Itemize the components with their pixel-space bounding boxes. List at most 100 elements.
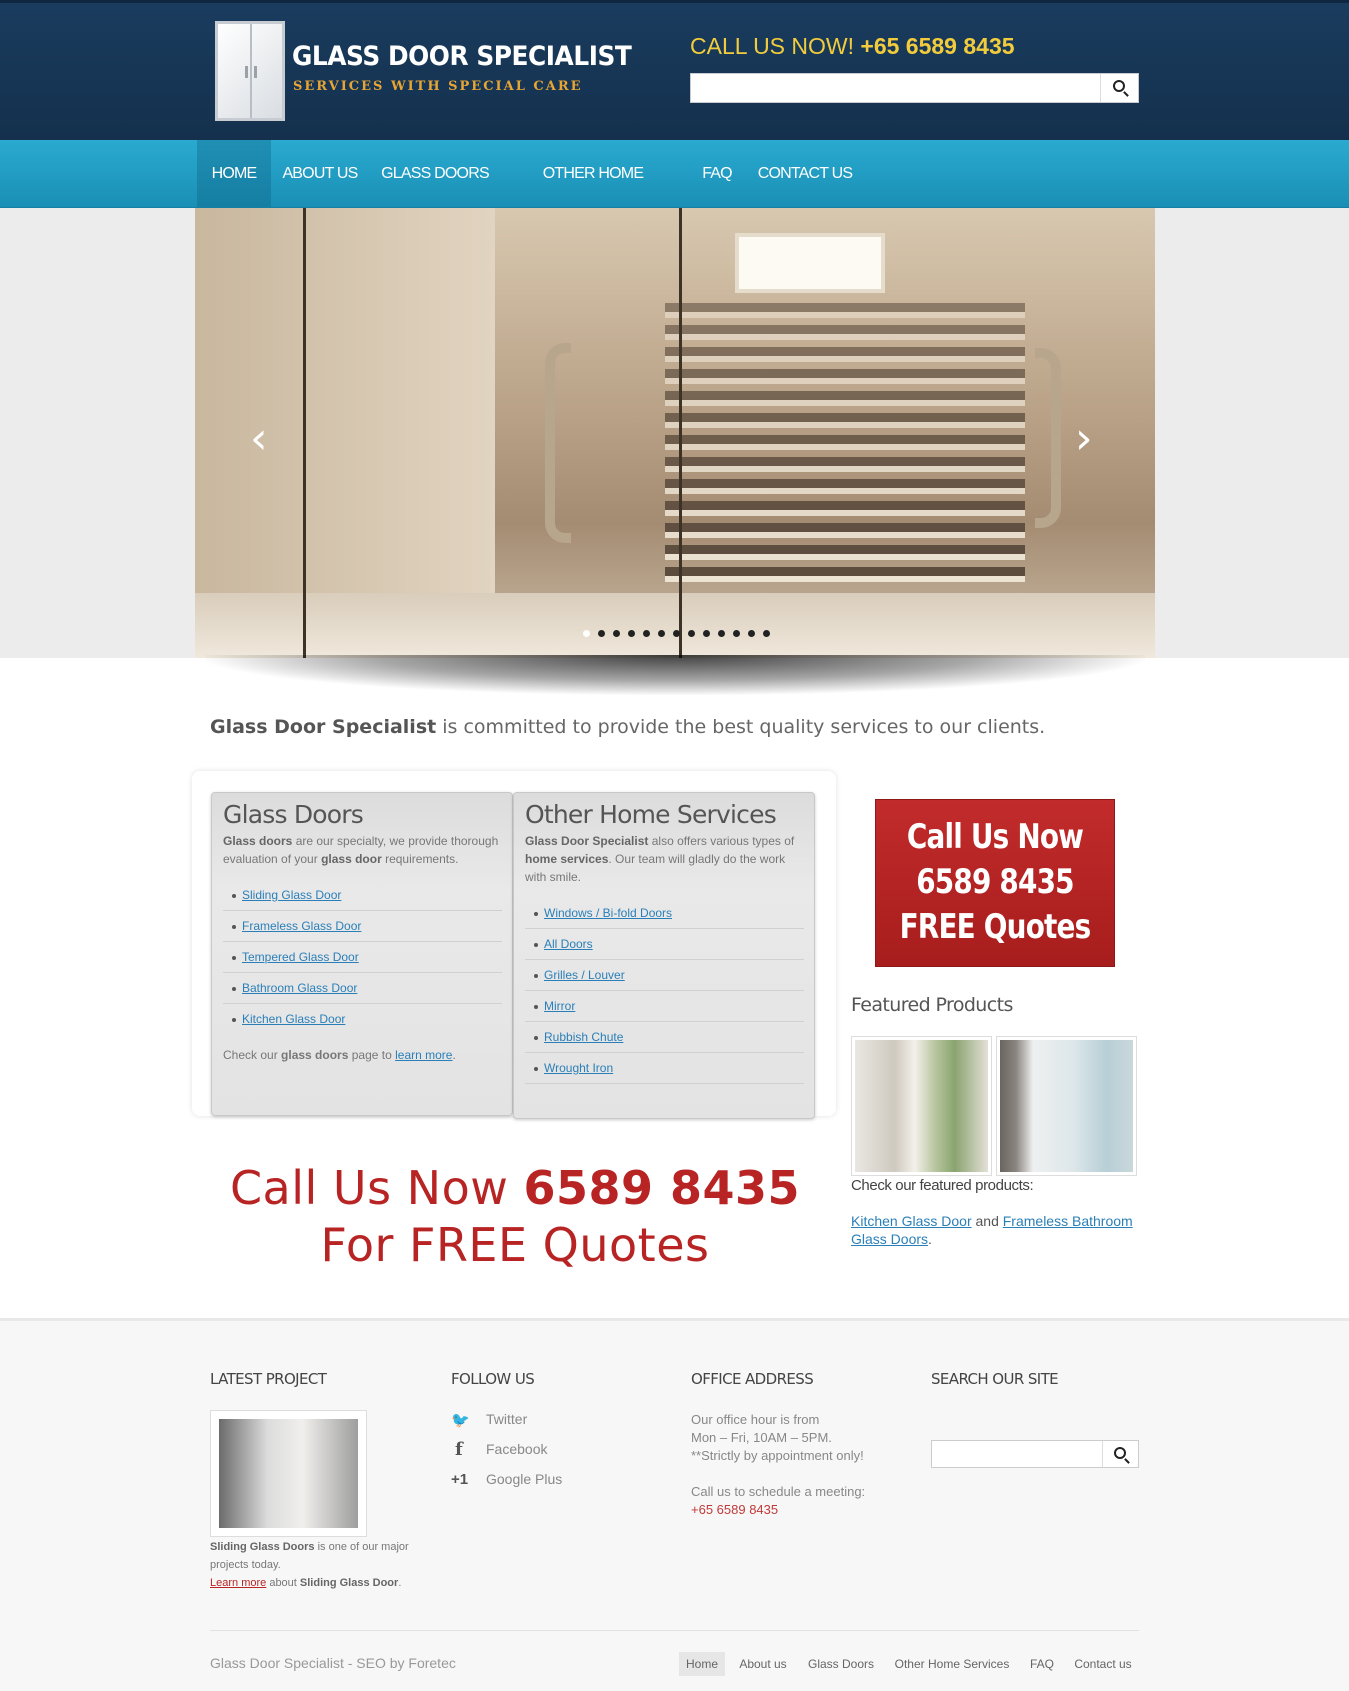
latest-project-desc: Sliding Glass Doors is one of our major … — [210, 1541, 409, 1589]
slide-stair-step — [665, 567, 1025, 582]
link-wrought-iron[interactable]: Wrought Iron — [544, 1061, 613, 1075]
nav-glass-doors[interactable]: GLASS DOORS — [380, 140, 490, 207]
slider-dot[interactable] — [583, 630, 590, 637]
search-site-title: SEARCH OUR SITE — [931, 1370, 1059, 1388]
slide-door-handle — [545, 343, 571, 543]
link-rubbish-chute[interactable]: Rubbish Chute — [544, 1030, 623, 1044]
slider-dot[interactable] — [763, 630, 770, 637]
follow-us-title: FOLLOW US — [451, 1370, 535, 1388]
latest-project-title: LATEST PROJECT — [210, 1370, 327, 1388]
slider-dot[interactable] — [598, 630, 605, 637]
slider-dot[interactable] — [718, 630, 725, 637]
nav-faq[interactable]: FAQ — [695, 140, 739, 207]
list-item: Grilles / Louver — [525, 960, 804, 991]
slider-dot[interactable] — [643, 630, 650, 637]
slide-stair-step — [665, 479, 1025, 494]
featured-links: Kitchen Glass Door and Frameless Bathroo… — [851, 1213, 1133, 1247]
slider-shadow — [205, 655, 1145, 695]
footer-nav-other-home-services[interactable]: Other Home Services — [889, 1652, 1015, 1676]
glass-doors-desc: Glass doors are our specialty, we provid… — [223, 834, 499, 866]
list-item: Tempered Glass Door — [223, 942, 502, 973]
featured-bathroom-thumb[interactable] — [996, 1036, 1137, 1176]
nav-contact-us[interactable]: CONTACT US — [755, 140, 855, 207]
facebook-icon: f — [455, 1439, 463, 1460]
link-kitchen-glass-door[interactable]: Kitchen Glass Door — [242, 1012, 345, 1026]
featured-title: Featured Products — [851, 994, 1013, 1016]
slider-dot[interactable] — [688, 630, 695, 637]
featured-kitchen-thumb[interactable] — [851, 1036, 992, 1176]
other-services-box: Other Home Services Glass Door Specialis… — [513, 792, 815, 1119]
search-icon — [1113, 80, 1125, 92]
slider-prev-arrow[interactable]: ‹ — [250, 413, 268, 464]
link-sliding-glass-door[interactable]: Sliding Glass Door — [242, 888, 341, 902]
footer-search-button[interactable] — [1102, 1441, 1138, 1467]
header-search-input[interactable] — [691, 74, 1096, 102]
footer-nav-glass-doors[interactable]: Glass Doors — [802, 1652, 880, 1676]
slider-pagination — [583, 630, 770, 637]
link-all-doors[interactable]: All Doors — [544, 937, 593, 951]
slide-stair-step — [665, 325, 1025, 340]
call-us-banner[interactable]: Call Us Now 6589 8435 FREE Quotes — [875, 799, 1115, 967]
copyright: Glass Door Specialist - SEO by Foretec — [210, 1655, 456, 1671]
link-bathroom-glass-door[interactable]: Bathroom Glass Door — [242, 981, 357, 995]
slider-dot[interactable] — [613, 630, 620, 637]
link-frameless-glass-door[interactable]: Frameless Glass Door — [242, 919, 361, 933]
footer-nav-contact-us[interactable]: Contact us — [1068, 1652, 1138, 1676]
slide-stair-step — [665, 391, 1025, 406]
footer-search — [931, 1440, 1139, 1468]
glass-doors-list: Sliding Glass Door Frameless Glass Door … — [212, 868, 512, 1035]
slide-stairs — [665, 303, 1025, 593]
latest-project-image — [219, 1419, 358, 1528]
featured-kitchen-link[interactable]: Kitchen Glass Door — [851, 1213, 972, 1229]
big-cta-number: 6589 8435 — [523, 1161, 801, 1215]
nav-home[interactable]: HOME — [197, 140, 271, 207]
slider-dot[interactable] — [733, 630, 740, 637]
footer-divider — [210, 1630, 1139, 1631]
call-label: CALL US NOW! — [690, 33, 855, 59]
footer-search-input[interactable] — [932, 1441, 1100, 1467]
link-mirror[interactable]: Mirror — [544, 999, 575, 1013]
slide-window — [735, 233, 885, 293]
slider-dot[interactable] — [703, 630, 710, 637]
list-item: Rubbish Chute — [525, 1022, 804, 1053]
slider-next-arrow[interactable]: › — [1075, 413, 1093, 464]
slide-glass-edge — [679, 208, 682, 658]
slide-stair-step — [665, 369, 1025, 384]
slider-dot[interactable] — [628, 630, 635, 637]
slide-stair-step — [665, 523, 1025, 538]
nav-other-home-services[interactable]: OTHER HOME SERVICES — [508, 140, 678, 249]
logo-title[interactable]: GLASS DOOR SPECIALIST — [292, 41, 632, 72]
slider-dot[interactable] — [658, 630, 665, 637]
list-item: All Doors — [525, 929, 804, 960]
slider-dot[interactable] — [748, 630, 755, 637]
learn-more-link[interactable]: learn more — [395, 1048, 452, 1062]
latest-project-thumb[interactable] — [210, 1410, 367, 1537]
header-search-button[interactable] — [1100, 74, 1138, 102]
office-info: Our office hour is from Mon – Fri, 10AM … — [691, 1411, 911, 1519]
latest-project-learn-more[interactable]: Learn more — [210, 1577, 266, 1589]
glass-doors-more: Check our glass doors page to learn more… — [223, 1048, 456, 1062]
hero-slider: ‹ › — [195, 208, 1155, 658]
nav-about-us[interactable]: ABOUT US — [280, 140, 360, 207]
featured-text: Check our featured products: — [851, 1177, 1034, 1194]
link-windows-bifold[interactable]: Windows / Bi-fold Doors — [544, 906, 672, 920]
logo-door-icon[interactable] — [215, 21, 285, 121]
footer-nav-about-us[interactable]: About us — [734, 1652, 792, 1676]
slide-wall — [195, 208, 495, 658]
glass-doors-title: Glass Doors — [223, 800, 364, 829]
slide-glass-edge — [303, 208, 306, 658]
slider-dot[interactable] — [673, 630, 680, 637]
footer-nav-home[interactable]: Home — [679, 1652, 725, 1676]
footer-nav-faq[interactable]: FAQ — [1024, 1652, 1060, 1676]
link-tempered-glass-door[interactable]: Tempered Glass Door — [242, 950, 359, 964]
link-grilles-louver[interactable]: Grilles / Louver — [544, 968, 625, 982]
office-phone: +65 6589 8435 — [691, 1502, 779, 1517]
main-nav: HOME ABOUT US GLASS DOORS OTHER HOME SER… — [0, 140, 1349, 249]
follow-facebook-label: Facebook — [486, 1441, 548, 1457]
big-call-to-action: Call Us Now 6589 8435 For FREE Quotes — [195, 1160, 835, 1274]
call-us-header: CALL US NOW! +65 6589 8435 — [690, 33, 1015, 60]
slide-door-handle — [1035, 348, 1061, 528]
other-services-list: Windows / Bi-fold Doors All Doors Grille… — [514, 886, 814, 1084]
other-services-desc: Glass Door Specialist also offers variou… — [525, 834, 795, 884]
slide-stair-step — [665, 545, 1025, 560]
